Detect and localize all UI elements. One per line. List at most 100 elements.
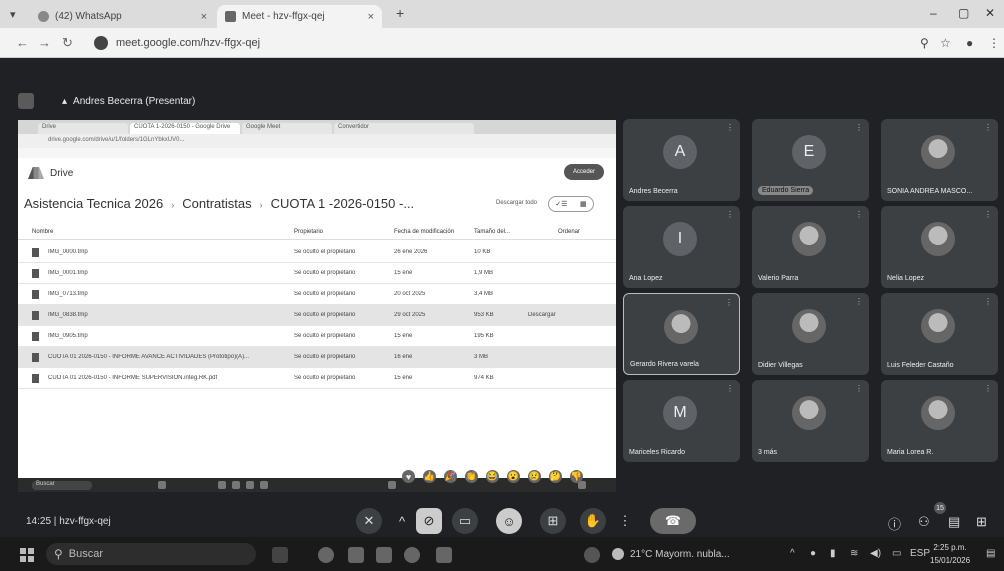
avatar	[792, 309, 826, 343]
taskbar-search[interactable]: ⚲ Buscar	[46, 543, 256, 565]
reaction-emoji-icon[interactable]: 👍	[423, 470, 436, 483]
reaction-emoji-icon[interactable]: 👏	[465, 470, 478, 483]
language-icon[interactable]: ESP	[910, 548, 930, 559]
minimize-button[interactable]: –	[930, 6, 937, 20]
participant-tile[interactable]: ⋮ A Andres Becerra	[623, 119, 740, 201]
mic-off-button[interactable]: ✕	[356, 508, 382, 534]
tile-options-icon[interactable]: ⋮	[726, 384, 734, 393]
volume-icon[interactable]: ◀)	[870, 548, 881, 559]
file-row: IMG_0000.tmp Se oculto el propietario 26 e…	[18, 242, 616, 263]
avatar	[792, 222, 826, 256]
file-icon	[32, 353, 39, 362]
leave-call-button[interactable]: ☎	[650, 508, 696, 534]
tile-options-icon[interactable]: ⋮	[984, 123, 992, 132]
participant-tile[interactable]: ⋮ Luis Feleder Castaño	[881, 293, 998, 375]
tray-chevron-icon[interactable]: ^	[790, 548, 795, 559]
file-explorer-icon[interactable]	[376, 547, 392, 563]
participant-tile[interactable]: ⋮ I Ana Lopez	[623, 206, 740, 288]
tile-options-icon[interactable]: ⋮	[726, 210, 734, 219]
new-tab-button[interactable]: +	[396, 5, 404, 21]
tab-meet[interactable]: Meet - hzv-ffgx-qej ×	[217, 5, 382, 28]
participant-tile[interactable]: ⋮ M Mariceles Ricardo	[623, 380, 740, 462]
taskbar-app-icon	[158, 481, 166, 489]
reaction-emoji-icon[interactable]: 🤔	[549, 470, 562, 483]
app-icon[interactable]	[436, 547, 452, 563]
chat-icon[interactable]: ▤	[948, 514, 960, 530]
mic-options-chevron-icon[interactable]: ^	[395, 508, 409, 534]
participant-tile[interactable]: ⋮ Nelia Lopez	[881, 206, 998, 288]
participant-tile[interactable]: ⋮ 3 más	[752, 380, 869, 462]
task-view-icon[interactable]	[272, 547, 288, 563]
clock-time: 2:25 p.m.	[933, 543, 967, 552]
participant-tile[interactable]: ⋮ Maria Lorea R.	[881, 380, 998, 462]
taskbar-app-icon	[246, 481, 254, 489]
reaction-emoji-icon[interactable]: 😮	[507, 470, 520, 483]
bookmark-star-icon[interactable]: ☆	[940, 36, 951, 50]
breadcrumb-item: Asistencia Tecnica 2026	[24, 196, 164, 211]
back-button[interactable]: ←	[16, 35, 29, 50]
reaction-emoji-icon[interactable]: 👎	[570, 470, 583, 483]
pin-icon[interactable]	[18, 93, 34, 109]
shared-screen: Drive CUOTA 1-2026-0150 - Google Drive G…	[18, 120, 616, 492]
forward-button[interactable]: →	[38, 35, 51, 50]
close-window-button[interactable]: ✕	[985, 6, 995, 20]
wifi-icon[interactable]: ≋	[850, 548, 858, 559]
access-button: Acceder	[564, 164, 604, 180]
reaction-emoji-icon[interactable]: 😂	[486, 470, 499, 483]
copilot-icon[interactable]	[584, 547, 600, 563]
edge-icon[interactable]	[404, 547, 420, 563]
tile-options-icon[interactable]: ⋮	[855, 384, 863, 393]
participant-tile[interactable]: ⋮ E Eduardo Sierra	[752, 119, 869, 201]
chrome-icon[interactable]	[318, 547, 334, 563]
taskbar-clock[interactable]: 2:25 p.m. 15/01/2026	[930, 541, 970, 567]
zoom-icon[interactable]: ⚲	[920, 36, 929, 50]
activities-icon[interactable]: ⊞	[976, 514, 987, 530]
file-name: IMG_0001.tmp	[48, 270, 88, 276]
file-date: 20 oct 2025	[394, 291, 426, 297]
url-field[interactable]: meet.google.com/hzv-ffgx-qej	[88, 32, 908, 54]
info-icon[interactable]: ⓘ	[888, 514, 901, 533]
notifications-icon[interactable]: ▤	[986, 548, 995, 559]
app-icon[interactable]	[348, 547, 364, 563]
captions-button[interactable]: ▭	[452, 508, 478, 534]
avatar: M	[663, 396, 697, 430]
start-button[interactable]	[20, 548, 34, 562]
browser-menu-icon[interactable]: ⋮	[988, 36, 1000, 50]
tab-list-icon[interactable]: ▾	[10, 8, 16, 21]
reaction-emoji-icon[interactable]: ♥	[402, 470, 415, 483]
reload-button[interactable]: ↻	[62, 35, 73, 51]
camera-off-button[interactable]: ⊘	[416, 508, 442, 534]
microphone-icon[interactable]: ▮	[830, 548, 836, 559]
tab-close-button[interactable]: ×	[201, 11, 207, 23]
participant-tile[interactable]: ⋮ SONIA ANDREA MASCO...	[881, 119, 998, 201]
reaction-emoji-icon[interactable]: 😢	[528, 470, 541, 483]
tile-options-icon[interactable]: ⋮	[984, 297, 992, 306]
tile-options-icon[interactable]: ⋮	[725, 298, 733, 307]
participant-tile[interactable]: ⋮ Gerardo Rivera varela	[623, 293, 740, 375]
participant-tile[interactable]: ⋮ Valerio Parra	[752, 206, 869, 288]
present-button[interactable]: ⊞	[540, 508, 566, 534]
battery-icon[interactable]: ▭	[892, 548, 901, 559]
reactions-button[interactable]: ☺	[496, 508, 522, 534]
tray-app-icon[interactable]: ●	[810, 548, 816, 559]
tab-close-button[interactable]: ×	[368, 11, 374, 23]
people-icon[interactable]: ⚇	[918, 514, 930, 530]
site-info-icon[interactable]	[94, 36, 108, 50]
tab-whatsapp[interactable]: (42) WhatsApp ×	[30, 5, 215, 28]
tile-options-icon[interactable]: ⋮	[726, 123, 734, 132]
file-row: IMG_0001.tmp Se oculto el propietario 15 e…	[18, 263, 616, 284]
participant-name: Luis Feleder Castaño	[887, 362, 954, 369]
tile-options-icon[interactable]: ⋮	[984, 384, 992, 393]
file-size: 3,4 MB	[474, 291, 494, 297]
tile-options-icon[interactable]: ⋮	[984, 210, 992, 219]
tile-options-icon[interactable]: ⋮	[855, 297, 863, 306]
participant-tile[interactable]: ⋮ Didier Villegas	[752, 293, 869, 375]
tile-options-icon[interactable]: ⋮	[855, 210, 863, 219]
more-options-icon[interactable]: ⋮	[618, 508, 632, 534]
tile-options-icon[interactable]: ⋮	[855, 123, 863, 132]
reaction-emoji-icon[interactable]: 🎉	[444, 470, 457, 483]
weather-widget[interactable]: 21°C Mayorm. nubla...	[612, 548, 730, 560]
maximize-button[interactable]: ▢	[958, 6, 969, 20]
raise-hand-button[interactable]: ✋	[580, 508, 606, 534]
profile-icon[interactable]: ●	[966, 36, 973, 50]
